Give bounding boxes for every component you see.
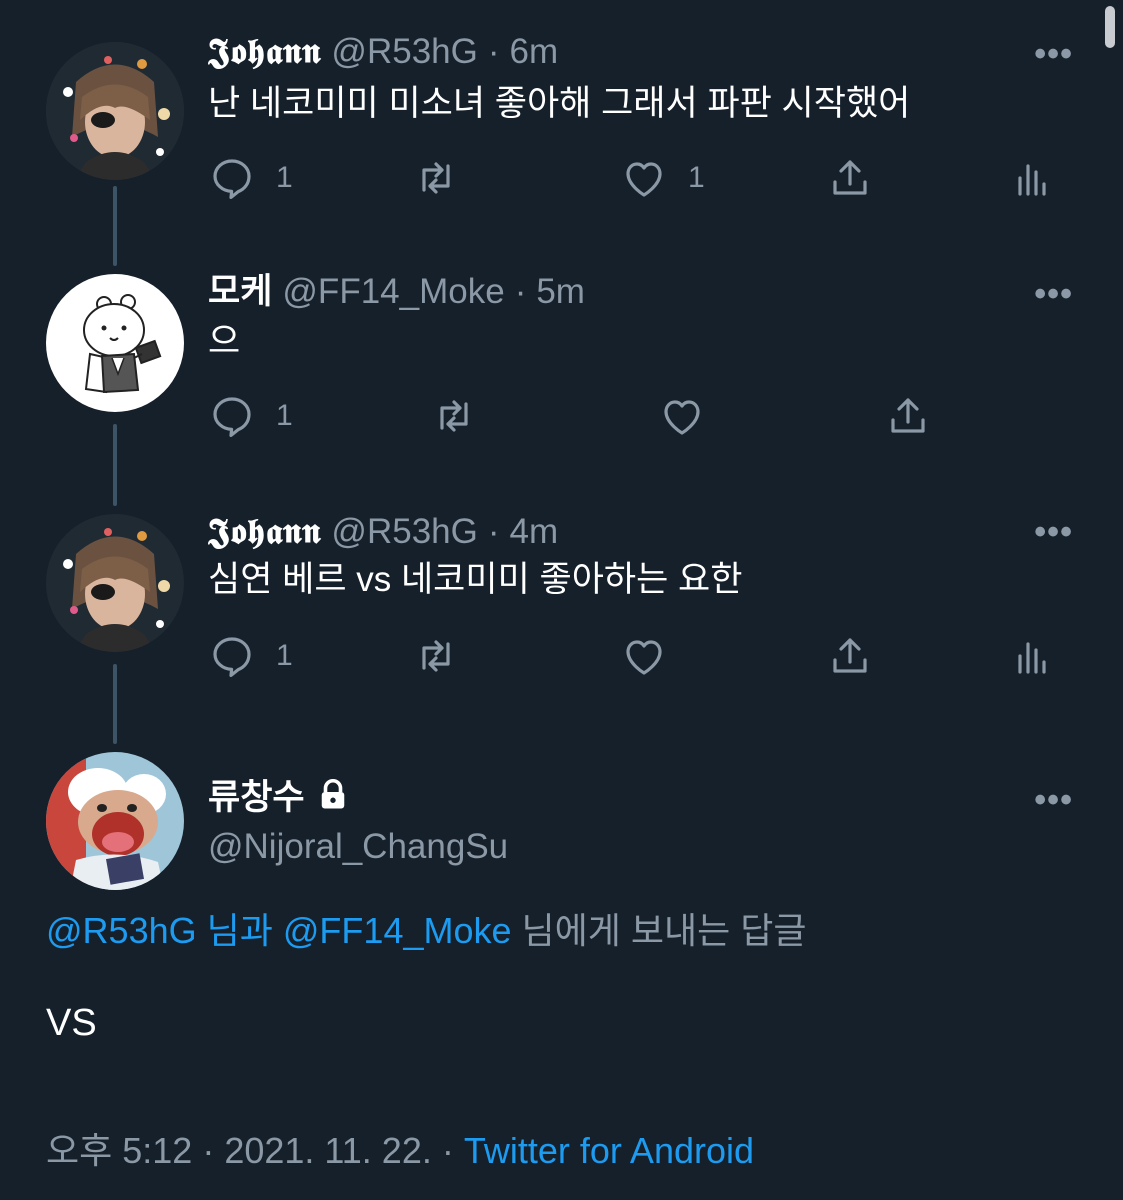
main-tweet-header: 류창수 [208,776,351,820]
avatar[interactable] [46,514,184,652]
analytics-button[interactable] [1008,152,1056,204]
display-name[interactable]: 𝕵𝖔𝖍𝖆𝖓𝖓 [208,510,321,554]
timestamp[interactable]: 4m [510,510,559,554]
tweet-time[interactable]: 오후 5:12 [46,1130,192,1171]
more-icon[interactable]: ••• [1034,277,1073,311]
retweet-button[interactable] [430,390,478,442]
main-tweet-text: VS [46,1002,97,1044]
reply-count: 1 [276,399,293,432]
separator: · [202,1130,215,1171]
retweet-button[interactable] [412,152,460,204]
analytics-icon [1008,632,1056,680]
like-icon [658,392,706,440]
share-icon [884,392,932,440]
separator: · [514,272,527,311]
tweet-date[interactable]: 2021. 11. 22. [224,1130,432,1171]
retweet-icon [412,154,460,202]
share-button[interactable] [826,152,874,204]
like-button[interactable] [620,630,668,682]
reply-button[interactable]: 1 [208,390,293,442]
reply-button[interactable]: 1 [208,152,293,204]
display-name[interactable]: 𝕵𝖔𝖍𝖆𝖓𝖓 [208,30,321,74]
tweet-actions: 1 [208,390,1078,442]
reply-icon [208,392,256,440]
tweet-text: 으 [208,322,241,361]
tweet-header: 모케 @FF14_Moke · 5m [208,270,585,314]
tweet-meta: 오후 5:12 · 2021. 11. 22. · Twitter for An… [46,1128,754,1174]
avatar-image-moke [46,274,184,412]
reply-count: 1 [276,161,293,194]
scrollbar[interactable] [1105,6,1115,48]
user-handle[interactable]: @R53hG [331,30,477,74]
avatar[interactable] [46,752,184,890]
share-button[interactable] [826,630,874,682]
avatar-image-johann [46,42,184,180]
avatar[interactable] [46,42,184,180]
tweet-text: 난 네코미미 미소녀 좋아해 그래서 파판 시작했어 [208,84,911,123]
tweet-source-link[interactable]: Twitter for Android [464,1130,754,1171]
timestamp[interactable]: 6m [510,30,559,74]
display-name[interactable]: 류창수 [208,776,305,820]
user-handle[interactable]: @Nijoral_ChangSu [208,825,508,869]
share-icon [826,154,874,202]
replying-to-line: @R53hG 님과 @FF14_Moke 님에게 보내는 답글 [46,908,807,954]
thread-connector [113,424,117,506]
mention-link[interactable]: @FF14_Moke [283,910,512,951]
avatar-image-changsu [46,752,184,890]
analytics-icon [1008,154,1056,202]
avatar[interactable] [46,274,184,412]
share-button[interactable] [884,390,932,442]
tweet-actions: 1 [208,630,1078,682]
retweet-icon [412,632,460,680]
mention-link[interactable]: @R53hG [46,910,197,951]
more-icon[interactable]: ••• [1034,515,1073,549]
reply-count: 1 [276,639,293,672]
like-button[interactable]: 1 [620,152,705,204]
tweet-actions: 1 1 [208,152,1078,204]
reply-suffix: 님에게 보내는 답글 [521,910,807,951]
separator: · [487,32,500,71]
avatar-image-johann [46,514,184,652]
tweet-header: 𝕵𝖔𝖍𝖆𝖓𝖓 @R53hG · 6m [208,30,558,74]
like-icon [620,632,668,680]
like-count: 1 [688,161,705,194]
reply-icon [208,154,256,202]
reply-icon [208,632,256,680]
lock-icon [315,776,351,820]
timestamp[interactable]: 5m [536,270,585,314]
retweet-icon [430,392,478,440]
thread-connector [113,186,117,266]
tweet-text: 심연 베르 vs 네코미미 좋아하는 요한 [208,560,743,599]
like-button[interactable] [658,390,706,442]
analytics-button[interactable] [1008,630,1056,682]
user-handle[interactable]: @R53hG [331,510,477,554]
reply-button[interactable]: 1 [208,630,293,682]
user-handle[interactable]: @FF14_Moke [282,270,504,314]
tweet-header: 𝕵𝖔𝖍𝖆𝖓𝖓 @R53hG · 4m [208,510,558,554]
retweet-button[interactable] [412,630,460,682]
more-icon[interactable]: ••• [1034,37,1073,71]
tweet-thread-page: 𝕵𝖔𝖍𝖆𝖓𝖓 @R53hG · 6m ••• 난 네코미미 미소녀 좋아해 그래… [0,0,1123,1200]
separator: · [441,1130,454,1171]
like-icon [620,154,668,202]
separator: · [487,512,500,551]
thread-connector [113,664,117,744]
display-name[interactable]: 모케 [208,270,272,314]
more-icon[interactable]: ••• [1034,783,1073,817]
reply-connector: 님과 [206,910,273,951]
share-icon [826,632,874,680]
